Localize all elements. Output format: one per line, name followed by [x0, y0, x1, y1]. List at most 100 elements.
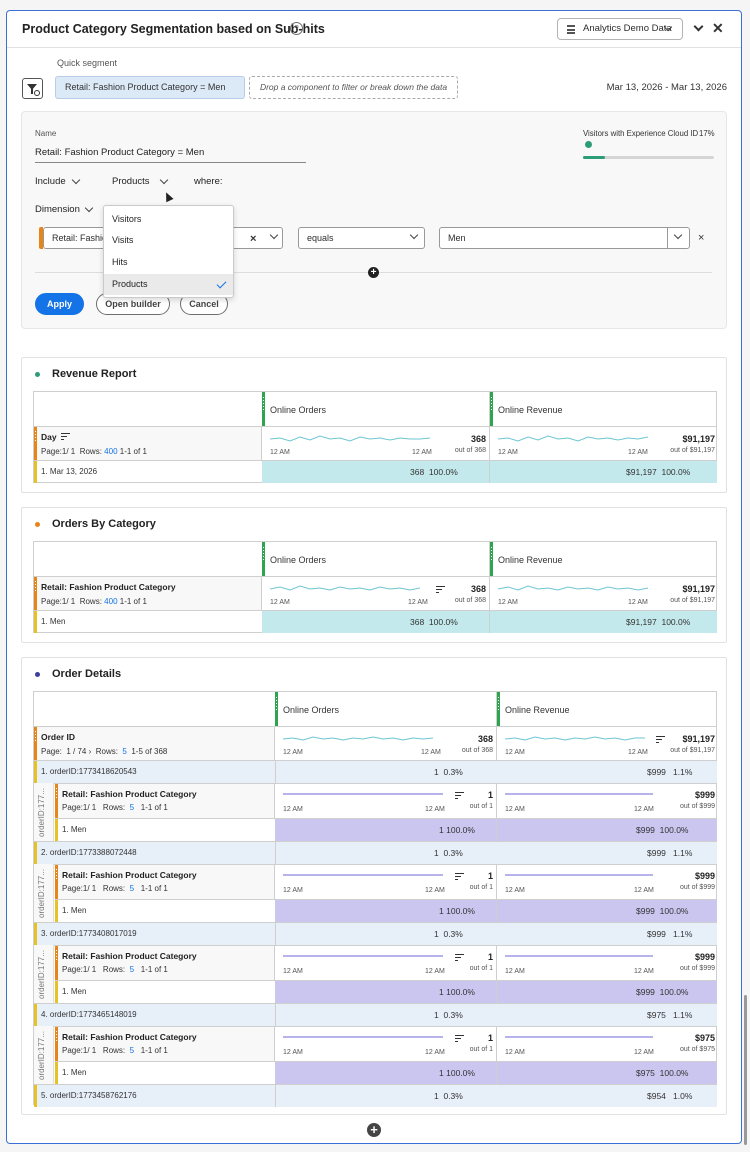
column-divider — [275, 1085, 276, 1107]
breakdown-row-label[interactable]: 1. Men — [62, 987, 86, 996]
row-label[interactable]: 2. orderID:1773388072448 — [41, 848, 137, 857]
cell-value: 1 0.3% — [434, 929, 463, 939]
metric-drag-handle[interactable] — [262, 542, 265, 576]
menu-item-visitors[interactable]: Visitors — [104, 209, 233, 230]
dimension-type-label: Dimension — [35, 204, 80, 215]
column-header-online-orders[interactable]: Online Orders — [270, 555, 326, 565]
column-header-online-orders[interactable]: Online Orders — [270, 405, 326, 415]
row-marker — [34, 1085, 37, 1107]
page-scrollbar[interactable] — [744, 995, 747, 1145]
breakdown-dimension-name[interactable]: Retail: Fashion Product Category — [62, 951, 197, 961]
dimension-drag-handle[interactable] — [55, 946, 58, 980]
sparkline — [505, 955, 653, 957]
dimension-drag-handle[interactable] — [34, 727, 37, 760]
dimension-name[interactable]: Order ID — [41, 732, 75, 742]
sort-icon[interactable] — [455, 873, 464, 881]
axis-start-label: 12 AM — [283, 968, 303, 975]
row-marker — [55, 1062, 58, 1084]
segment-name-input[interactable]: Retail: Fashion Product Category = Men — [35, 147, 204, 158]
row-label[interactable]: 1. Mar 13, 2026 — [41, 467, 97, 476]
column-header-online-revenue[interactable]: Online Revenue — [498, 405, 563, 415]
rows-per-page[interactable]: 5 — [130, 884, 134, 893]
cell-value: $954 1.0% — [647, 1091, 693, 1101]
remove-condition-icon[interactable]: × — [698, 231, 704, 245]
sort-icon[interactable] — [455, 954, 464, 962]
operator-dropdown[interactable]: equals — [298, 227, 425, 249]
subtotal-orders: 1 — [487, 790, 493, 800]
dimension-drag-handle[interactable] — [55, 1027, 58, 1061]
dimension-type-dropdown[interactable]: Dimension — [35, 204, 80, 215]
cell-value: 368 100.0% — [410, 467, 458, 477]
clear-dimension-icon[interactable]: × — [250, 232, 256, 246]
dimension-name[interactable]: Day — [41, 432, 57, 442]
metric-drag-handle[interactable] — [497, 692, 500, 726]
row-label[interactable]: 4. orderID:1773465148019 — [41, 1010, 137, 1019]
viz-status-icon — [35, 372, 40, 377]
total-online-revenue: $91,197 — [682, 434, 715, 444]
metric-drag-handle[interactable] — [490, 542, 493, 576]
drop-zone[interactable]: Drop a component to filter or break down… — [249, 76, 458, 99]
menu-item-products[interactable]: Products — [104, 274, 233, 295]
rows-per-page[interactable]: 5 — [130, 965, 134, 974]
column-header-online-orders[interactable]: Online Orders — [283, 705, 339, 715]
breakdown-dimension-name[interactable]: Retail: Fashion Product Category — [62, 870, 197, 880]
sort-icon[interactable] — [61, 433, 70, 441]
cell-value: $999 1.1% — [647, 848, 693, 858]
include-dropdown[interactable]: Include — [35, 176, 66, 187]
axis-start-label: 12 AM — [498, 599, 518, 606]
dimension-name[interactable]: Retail: Fashion Product Category — [41, 582, 176, 592]
pagination: Page: 1 / 74 › Rows: 5 1-5 of 368 — [41, 747, 167, 756]
axis-start-label: 12 AM — [270, 599, 290, 606]
date-range[interactable]: Mar 13, 2026 - Mar 13, 2026 — [607, 82, 727, 93]
data-source-dropdown[interactable]: Analytics Demo Data — [557, 18, 683, 40]
add-condition-icon[interactable]: + — [368, 267, 379, 278]
metric-drag-handle[interactable] — [490, 392, 493, 426]
apply-button[interactable]: Apply — [35, 293, 84, 315]
column-header-online-revenue[interactable]: Online Revenue — [505, 705, 570, 715]
metric-drag-handle[interactable] — [275, 692, 278, 726]
menu-item-visits[interactable]: Visits — [104, 230, 233, 251]
rows-per-page[interactable]: 5 — [122, 747, 126, 756]
subtotal-revenue: $999 — [694, 952, 715, 962]
dimension-drag-handle[interactable] — [34, 577, 37, 610]
sparkline — [498, 585, 648, 591]
close-panel-icon[interactable]: ✕ — [712, 21, 724, 35]
row-label[interactable]: 5. orderID:1773458762176 — [41, 1091, 137, 1100]
viz-title[interactable]: Orders By Category — [52, 518, 156, 530]
sort-icon[interactable] — [455, 1035, 464, 1043]
rows-per-page[interactable]: 5 — [130, 803, 134, 812]
breakdown-dimension-name[interactable]: Retail: Fashion Product Category — [62, 789, 197, 799]
segment-filter-button[interactable] — [22, 78, 43, 99]
dimension-drag-handle[interactable] — [34, 427, 37, 460]
rows-per-page[interactable]: 400 — [104, 597, 117, 606]
row-label[interactable]: 3. orderID:1773408017019 — [41, 929, 137, 938]
row-label[interactable]: 1. orderID:1773418620543 — [41, 767, 137, 776]
pagination: Page:1/ 1 Rows: 5 1-1 of 1 — [62, 803, 168, 812]
menu-item-hits[interactable]: Hits — [104, 252, 233, 273]
column-header-online-revenue[interactable]: Online Revenue — [498, 555, 563, 565]
next-page-icon[interactable]: › — [89, 747, 92, 756]
axis-start-label: 12 AM — [505, 749, 525, 756]
viz-title[interactable]: Order Details — [52, 668, 121, 680]
dimension-drag-handle[interactable] — [55, 784, 58, 818]
breakdown-row-label[interactable]: 1. Men — [62, 906, 86, 915]
collapse-panel-icon[interactable] — [693, 21, 704, 32]
quick-segment-chip[interactable]: Retail: Fashion Product Category = Men — [55, 76, 245, 99]
revenue-report-viz: Revenue Report Online Orders Online Reve… — [21, 357, 727, 493]
rows-per-page[interactable]: 400 — [104, 447, 117, 456]
value-combobox[interactable]: Men — [439, 227, 690, 249]
breakdown-dimension-name[interactable]: Retail: Fashion Product Category — [62, 1032, 197, 1042]
add-visualization-icon[interactable]: + — [367, 1123, 381, 1137]
help-icon[interactable]: ? — [290, 22, 303, 35]
subtotal-orders-of: out of 1 — [469, 965, 493, 972]
viz-title[interactable]: Revenue Report — [52, 368, 136, 380]
metric-drag-handle[interactable] — [262, 392, 265, 426]
breakdown-row-label[interactable]: 1. Men — [62, 1068, 86, 1077]
rows-per-page[interactable]: 5 — [130, 1046, 134, 1055]
dimension-drag-handle[interactable] — [55, 865, 58, 899]
container-dropdown[interactable]: Products — [112, 176, 150, 187]
sort-icon[interactable] — [455, 792, 464, 800]
axis-start-label: 12 AM — [283, 806, 303, 813]
row-label[interactable]: 1. Men — [41, 617, 65, 626]
breakdown-row-label[interactable]: 1. Men — [62, 825, 86, 834]
